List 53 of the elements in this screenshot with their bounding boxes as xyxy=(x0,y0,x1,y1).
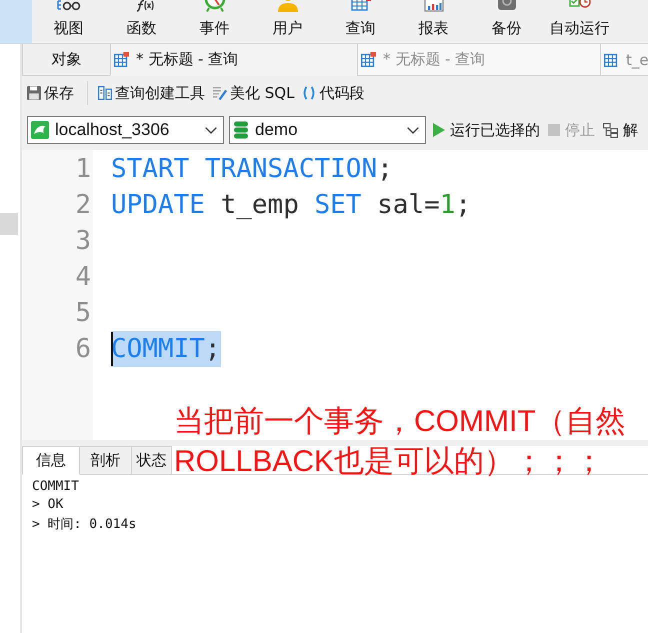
result-tab[interactable]: 剖析 xyxy=(80,446,132,475)
line-number: 1 xyxy=(75,153,91,186)
parentheses-icon xyxy=(302,86,316,100)
line-number: 5 xyxy=(75,297,91,330)
glasses-icon xyxy=(56,0,80,12)
toolbar-button[interactable]: 视图 xyxy=(32,0,105,43)
toolbar-button[interactable]: 用户 xyxy=(251,0,324,43)
database-icon xyxy=(233,121,249,139)
toolbar-button[interactable]: 自动运行 xyxy=(543,0,616,43)
leaf-icon xyxy=(31,121,49,139)
toolbar-button[interactable]: 查询创建工具 xyxy=(98,81,205,105)
result-tab[interactable]: 信息 xyxy=(22,446,80,475)
bar-chart-icon xyxy=(422,0,446,12)
line-number: 3 xyxy=(75,225,91,258)
toolbar-button[interactable]: 解 xyxy=(603,118,638,142)
line-number: 2 xyxy=(75,189,91,222)
chevron-down-icon xyxy=(205,126,217,134)
table-grid-icon xyxy=(348,0,372,12)
stop-icon xyxy=(548,124,560,136)
editor-tab[interactable]: 对象 xyxy=(22,44,110,76)
toolbar-button[interactable]: 查询 xyxy=(324,0,397,43)
user-icon xyxy=(276,0,300,12)
table-grid-icon xyxy=(361,52,376,67)
pen-icon xyxy=(213,86,227,100)
message-line: > 时间: 0.014s xyxy=(32,516,138,533)
toolbar-button[interactable]: 保存 xyxy=(27,81,74,105)
table-grid-icon xyxy=(114,52,129,67)
code-line: UPDATE t_emp SET sal=1; xyxy=(111,189,472,222)
message-line: > OK xyxy=(32,497,64,514)
connection-select[interactable]: localhost_3306 xyxy=(27,116,224,144)
save-icon xyxy=(27,86,41,100)
line-number: 4 xyxy=(75,261,91,294)
message-line: COMMIT xyxy=(32,479,80,496)
toolbar-button[interactable]: 代码段 xyxy=(302,81,364,105)
chevron-down-icon xyxy=(407,126,419,134)
line-number: 6 xyxy=(75,333,91,366)
toolbar-button[interactable] xyxy=(0,0,32,43)
columns-icon xyxy=(98,86,112,100)
clock-icon xyxy=(202,0,226,12)
toolbar-button[interactable]: 运行已选择的 xyxy=(433,118,540,142)
table-grid-icon xyxy=(604,52,619,67)
toolbar-button[interactable]: 美化 SQL xyxy=(213,81,294,105)
list-row-highlight xyxy=(0,213,18,235)
toolbar-button[interactable]: 事件 xyxy=(178,0,251,43)
play-icon xyxy=(433,123,445,137)
toolbar-button[interactable]: 备份 xyxy=(470,0,543,43)
annotation-text: 当把前一个事务，COMMIT（自然 ROLLBACK也是可以的）；；； xyxy=(174,404,626,480)
result-tab[interactable]: 状态 xyxy=(132,446,172,475)
diagram-icon xyxy=(603,122,618,138)
toolbar-button[interactable]: 函数 xyxy=(105,0,178,43)
code-line: START TRANSACTION; xyxy=(111,153,393,186)
database-select[interactable]: demo xyxy=(229,116,426,144)
toolbar-button[interactable]: 报表 xyxy=(397,0,470,43)
